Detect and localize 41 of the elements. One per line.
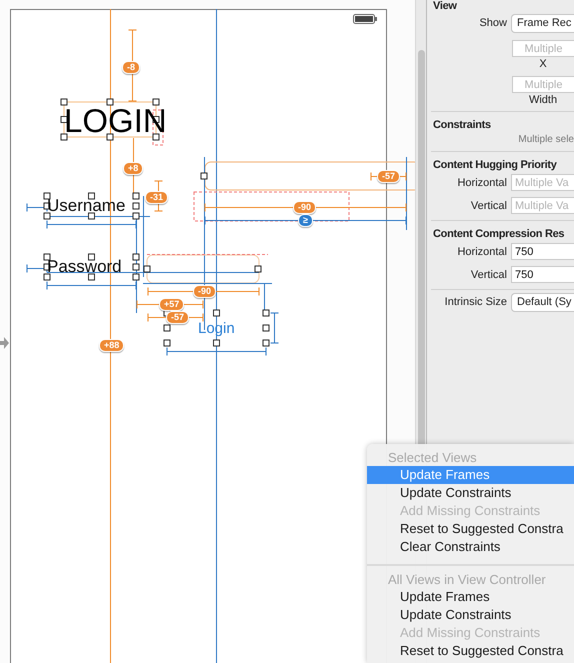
arrow-icon: [0, 336, 9, 350]
row-label: Horizontal: [456, 176, 507, 188]
battery-icon: [353, 14, 377, 24]
frame-field[interactable]: Multiple: [512, 40, 574, 57]
menu-item[interactable]: Update Constraints: [367, 606, 574, 624]
field-caption: X: [538, 58, 548, 70]
menu-item[interactable]: Update Frames: [367, 466, 574, 484]
priority-field[interactable]: Multiple Va: [511, 174, 574, 191]
priority-field[interactable]: Multiple Va: [511, 197, 574, 214]
frame-field[interactable]: Multiple: [512, 76, 574, 93]
row-label: Vertical: [470, 268, 507, 280]
show-popup[interactable]: Frame Rec: [511, 14, 574, 32]
constraint-badge[interactable]: +88: [99, 339, 124, 352]
intrinsic-size-popup[interactable]: Default (Sy: [511, 292, 574, 312]
row-label: Horizontal: [456, 246, 507, 258]
row-label: Vertical: [470, 200, 507, 212]
field-caption: Width: [528, 94, 558, 106]
menu-header: All Views in View Controller: [387, 571, 547, 588]
section-title: Content Compression Res: [432, 228, 566, 240]
menu-header: Selected Views: [387, 449, 478, 466]
constraint-badge[interactable]: -31: [145, 191, 168, 204]
section-title: Content Hugging Priority: [432, 159, 558, 171]
constraint-badge[interactable]: -90: [293, 201, 316, 214]
menu-item[interactable]: Update Frames: [367, 588, 574, 606]
constraints-note: Multiple sele: [517, 133, 574, 147]
constraint-badge[interactable]: +57: [159, 298, 184, 311]
menu-item[interactable]: Reset to Suggested Constra: [367, 642, 574, 660]
menu-item[interactable]: Update Constraints: [367, 484, 574, 502]
constraint-badge[interactable]: -8: [122, 61, 140, 74]
constraint-badge[interactable]: +8: [123, 162, 144, 175]
section-title: View: [432, 0, 458, 12]
section-title: Constraints: [432, 119, 492, 131]
menu-item[interactable]: Clear Constraints: [367, 538, 574, 556]
priority-field[interactable]: 750: [511, 243, 574, 260]
constraint-badge[interactable]: -57: [166, 311, 190, 324]
intrinsic-size-label: Intrinsic Size: [444, 296, 507, 308]
menu-item[interactable]: Reset to Suggested Constra: [367, 520, 574, 538]
show-label: Show: [478, 17, 507, 29]
constraint-badge[interactable]: -90: [193, 285, 216, 298]
priority-field[interactable]: 750: [511, 266, 574, 283]
constraint-badge[interactable]: -57: [377, 170, 400, 183]
